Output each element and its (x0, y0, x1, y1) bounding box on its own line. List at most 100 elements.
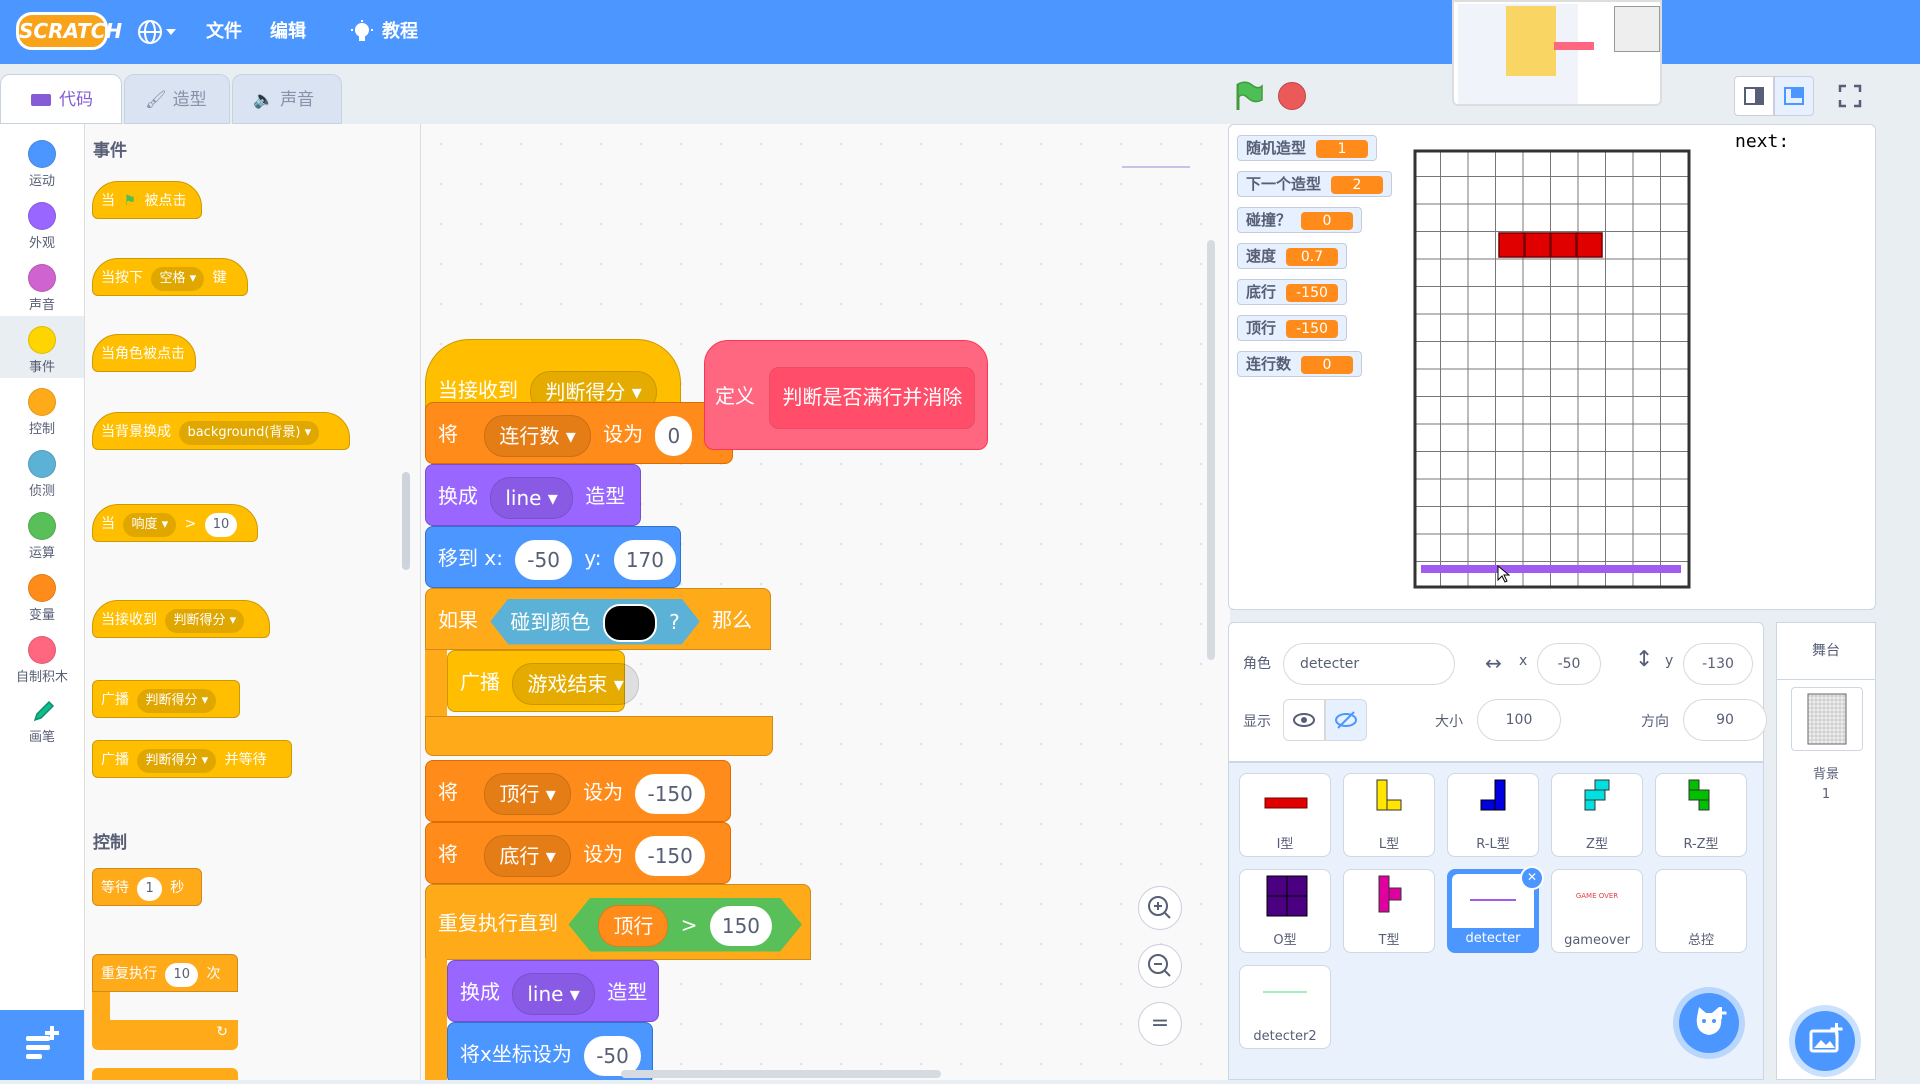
category-events[interactable]: 事件 (0, 316, 84, 378)
category-motion[interactable]: 运动 (0, 130, 84, 192)
tab-costume[interactable]: 🖌 造型 (124, 74, 230, 124)
category-operators[interactable]: 运算 (0, 502, 84, 564)
sprite-gameover[interactable]: GAME OVER gameover (1551, 869, 1643, 953)
wait-seconds-input[interactable]: 1 (137, 877, 162, 901)
tab-code[interactable]: 代码 (0, 74, 122, 124)
message-dropdown[interactable]: 判断得分 ▾ (165, 609, 245, 633)
loudness-dropdown[interactable]: 响度 ▾ (123, 513, 177, 537)
script-horizontal-scrollbar[interactable] (621, 1070, 941, 1078)
category-control[interactable]: 控制 (0, 378, 84, 440)
greater-than-block[interactable]: 顶行 > 150 (568, 898, 802, 952)
broadcast-game-over-block[interactable]: 广播 游戏结束 ▾ (447, 650, 639, 712)
add-backdrop-button[interactable] (1795, 1011, 1855, 1071)
sprite-l-shape[interactable]: L型 (1343, 773, 1435, 857)
sprite-i-shape[interactable]: I型 (1239, 773, 1331, 857)
variable-dropdown-3[interactable]: 底行 ▾ (484, 834, 571, 877)
color-swatch[interactable] (603, 604, 657, 642)
tab-sound[interactable]: 🔈 声音 (232, 74, 342, 124)
when-flag-clicked-block[interactable]: 当 ⚑ 被点击 (92, 181, 202, 219)
zoom-out-button[interactable] (1138, 944, 1182, 988)
costume-dropdown-2[interactable]: line ▾ (512, 972, 595, 1015)
category-looks[interactable]: 外观 (0, 192, 84, 254)
zoom-in-button[interactable] (1138, 886, 1182, 930)
repeat-count-input[interactable]: 10 (165, 963, 198, 987)
category-sensing[interactable]: 侦测 (0, 440, 84, 502)
stage-backdrop-thumb[interactable] (1791, 687, 1863, 751)
sprite-t-shape[interactable]: T型 (1343, 869, 1435, 953)
switch-costume-block-1[interactable]: 换成 line ▾ 造型 (425, 464, 641, 526)
fullscreen-icon[interactable] (1830, 76, 1870, 116)
repeat-block[interactable]: 重复执行 10 次 (92, 954, 238, 992)
small-stage-button[interactable] (1734, 76, 1774, 116)
stage[interactable]: 随机造型 1 下一个造型 2 碰撞？ 0 速度 0.7 底行 -150 顶行 -150 连行… (1228, 124, 1876, 610)
broadcast-message-dropdown[interactable]: 游戏结束 ▾ (512, 662, 639, 705)
when-backdrop-switches-block[interactable]: 当背景换成 background(背景) ▾ (92, 412, 350, 450)
sprite-o-shape[interactable]: O型 (1239, 869, 1331, 953)
set-value-input-1[interactable]: 0 (655, 415, 693, 456)
goto-x-input[interactable]: -50 (515, 539, 572, 580)
key-dropdown[interactable]: 空格 ▾ (151, 267, 205, 291)
stop-button[interactable] (1278, 82, 1306, 110)
add-sprite-button[interactable] (1679, 993, 1739, 1053)
set-variable-block-3[interactable]: 将 底行 ▾ 设为 -150 (425, 822, 731, 884)
goto-y-input[interactable]: 170 (613, 539, 676, 580)
broadcast-block[interactable]: 广播 判断得分 ▾ (92, 680, 240, 718)
scratch-logo[interactable]: SCRATCH (16, 12, 122, 50)
custom-block-name[interactable]: 判断是否满行并消除 (769, 366, 976, 429)
variable-dropdown-2[interactable]: 顶行 ▾ (484, 772, 571, 815)
script-area[interactable]: 当接收到 判断得分 ▾ 将 连行数 ▾ 设为 0 换成 line ▾ 造型 移到… (421, 124, 1230, 1080)
when-receive-block[interactable]: 当接收到 判断得分 ▾ (92, 600, 270, 638)
broadcast-and-wait-block[interactable]: 广播 判断得分 ▾ 并等待 (92, 740, 292, 778)
add-extension-button[interactable] (0, 1010, 84, 1080)
when-greater-than-block[interactable]: 当 响度 ▾ > 10 (92, 504, 258, 542)
palette-scrollbar[interactable] (402, 472, 410, 570)
set-value-input-3[interactable]: -150 (635, 835, 705, 876)
if-then-block[interactable]: 如果 碰到颜色 ? 那么 (425, 588, 771, 650)
show-sprite-button[interactable] (1283, 699, 1325, 741)
when-key-pressed-block[interactable]: 当按下 空格 ▾ 键 (92, 258, 248, 296)
size-input[interactable]: 100 (1477, 699, 1561, 741)
variable-dropdown-1[interactable]: 连行数 ▾ (484, 414, 591, 457)
broadcast-dropdown[interactable]: 判断得分 ▾ (137, 689, 217, 713)
sprite-z-shape[interactable]: Z型 (1551, 773, 1643, 857)
set-variable-block-1[interactable]: 将 连行数 ▾ 设为 0 (425, 402, 733, 464)
direction-input[interactable]: 90 (1683, 699, 1767, 741)
tutorial-menu[interactable]: 教程 (382, 0, 418, 64)
set-value-input-2[interactable]: -150 (635, 773, 705, 814)
sprite-detecter[interactable]: ✕ detecter (1447, 866, 1544, 953)
repeat-until-value-input[interactable]: 150 (710, 906, 772, 946)
category-variables[interactable]: 变量 (0, 564, 84, 626)
broadcast-wait-dropdown[interactable]: 判断得分 ▾ (137, 749, 217, 773)
switch-costume-block-2[interactable]: 换成 line ▾ 造型 (447, 960, 659, 1022)
y-input[interactable]: -130 (1683, 643, 1753, 685)
backdrop-dropdown[interactable]: background(背景) ▾ (179, 421, 320, 445)
green-flag-button[interactable] (1232, 80, 1264, 116)
x-input[interactable]: -50 (1537, 643, 1601, 685)
sprite-name-input[interactable]: detecter (1283, 643, 1455, 685)
next-control-block[interactable] (92, 1068, 238, 1080)
sprite-r-l-shape[interactable]: R-L型 (1447, 773, 1539, 857)
costume-dropdown-1[interactable]: line ▾ (490, 476, 573, 519)
goto-xy-block[interactable]: 移到 x: -50 y: 170 (425, 526, 681, 588)
touching-color-block[interactable]: 碰到颜色 ? (490, 599, 699, 645)
sprite-master-control[interactable]: 总控 (1655, 869, 1747, 953)
edit-menu[interactable]: 编辑 (270, 0, 306, 64)
language-globe-icon[interactable] (136, 18, 176, 46)
set-variable-block-2[interactable]: 将 顶行 ▾ 设为 -150 (425, 760, 731, 822)
script-vertical-scrollbar[interactable] (1207, 240, 1215, 660)
category-sound[interactable]: 声音 (0, 254, 84, 316)
zoom-reset-button[interactable]: = (1138, 1002, 1182, 1046)
top-row-reporter[interactable]: 顶行 (598, 905, 668, 947)
define-block[interactable]: 定义 判断是否满行并消除 (704, 340, 988, 450)
when-sprite-clicked-block[interactable]: 当角色被点击 (92, 334, 196, 372)
threshold-input[interactable]: 10 (204, 513, 238, 537)
sprite-detecter2[interactable]: detecter2 (1239, 965, 1331, 1049)
category-pen[interactable]: 画笔 (0, 688, 84, 750)
normal-stage-button[interactable] (1774, 76, 1814, 116)
file-menu[interactable]: 文件 (206, 0, 242, 64)
hide-sprite-button[interactable] (1325, 699, 1367, 741)
wait-block[interactable]: 等待 1 秒 (92, 868, 202, 906)
sprite-r-z-shape[interactable]: R-Z型 (1655, 773, 1747, 857)
category-my-blocks[interactable]: 自制积木 (0, 626, 84, 688)
repeat-until-block[interactable]: 重复执行直到 顶行 > 150 (425, 884, 811, 960)
